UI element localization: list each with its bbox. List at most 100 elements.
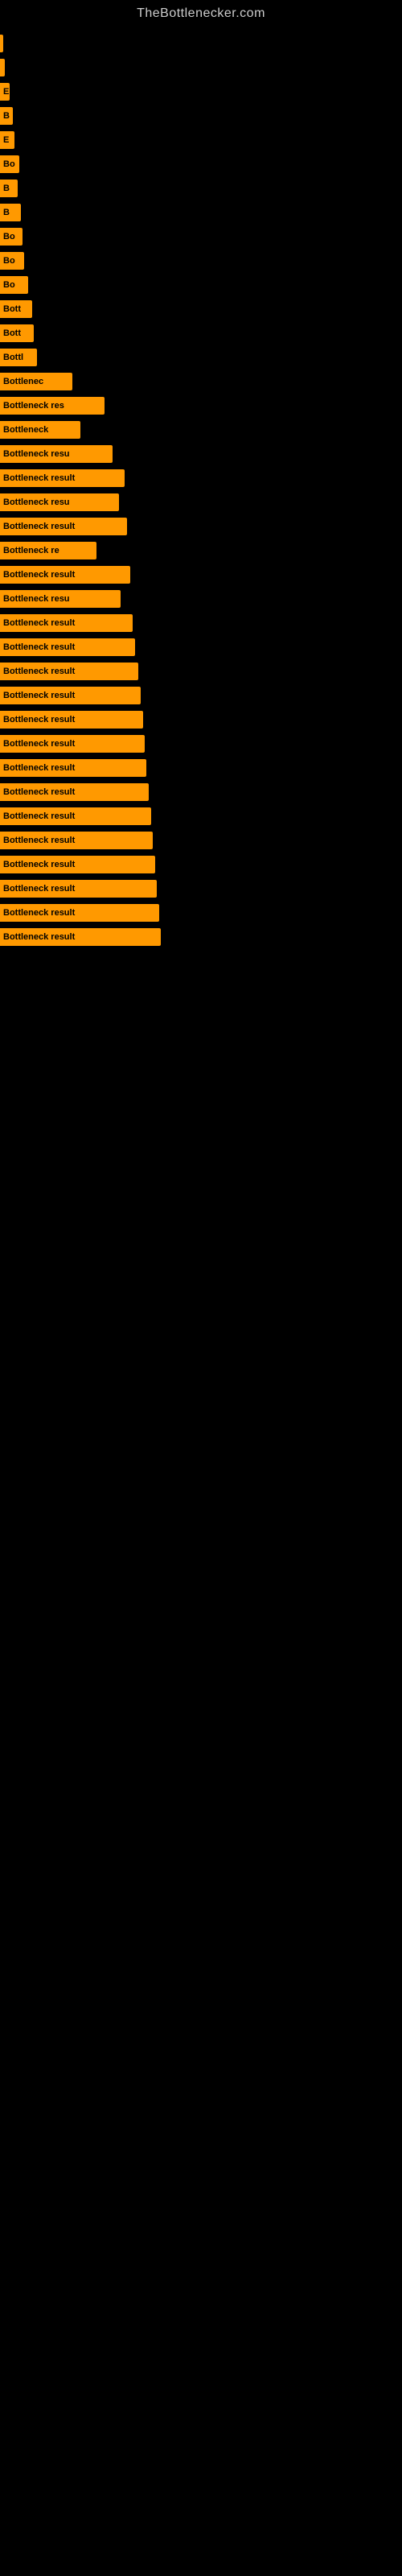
bar-label: Bottleneck [3, 425, 48, 435]
bar-row: B [0, 201, 402, 224]
bar-row: Bottleneck result [0, 515, 402, 538]
bar-label: Bottleneck result [3, 908, 75, 918]
site-title: TheBottlenecker.com [0, 0, 402, 24]
bar: Bottleneck result [0, 566, 130, 584]
bar-row [0, 56, 402, 79]
bar: Bottlenec [0, 373, 72, 390]
bar-row [0, 32, 402, 55]
bar: Bottleneck result [0, 783, 149, 801]
bar-label: Bottleneck result [3, 836, 75, 845]
bar-row: Bottleneck result [0, 636, 402, 658]
bar-label: Bottlenec [3, 377, 43, 386]
bar-label: Bottleneck result [3, 739, 75, 749]
bar-row: Bottleneck result [0, 757, 402, 779]
bar: Bottleneck result [0, 638, 135, 656]
bar-row: Bottleneck resu [0, 443, 402, 465]
bar: Bottleneck result [0, 735, 145, 753]
bar: E [0, 83, 10, 101]
bar: Bottleneck result [0, 928, 161, 946]
bar-row: Bottleneck result [0, 877, 402, 900]
bar: Bottleneck result [0, 687, 141, 704]
bar-row: Bottleneck resu [0, 588, 402, 610]
bar-label: Bottleneck result [3, 811, 75, 821]
bar: Bo [0, 252, 24, 270]
bar-row: Bottleneck result [0, 902, 402, 924]
bar-row: Bott [0, 298, 402, 320]
bar: Bottleneck re [0, 542, 96, 559]
bar-row: B [0, 177, 402, 200]
bar-label: Bottleneck result [3, 667, 75, 676]
bar: Bottleneck result [0, 807, 151, 825]
bar: B [0, 180, 18, 197]
bar: Bottleneck result [0, 469, 125, 487]
bar-label: Bottleneck result [3, 473, 75, 483]
bar-row: Bottleneck result [0, 564, 402, 586]
bar [0, 35, 3, 52]
bar-label: Bott [3, 328, 21, 338]
bar-row: Bottleneck res [0, 394, 402, 417]
bar: Bottleneck result [0, 711, 143, 729]
bar: E [0, 131, 14, 149]
bar-row: Bottleneck result [0, 708, 402, 731]
bar-label: Bottleneck result [3, 570, 75, 580]
bar-label: Bo [3, 232, 15, 242]
bar-row: Bo [0, 225, 402, 248]
bar-row: Bottl [0, 346, 402, 369]
bar: Bo [0, 276, 28, 294]
bar: Bottleneck resu [0, 590, 121, 608]
bar-label: Bottleneck result [3, 522, 75, 531]
bar-label: B [3, 111, 10, 121]
bar: Bottleneck result [0, 518, 127, 535]
bar-label: E [3, 135, 9, 145]
bar-row: Bottleneck result [0, 467, 402, 489]
bar-label: B [3, 208, 10, 217]
bar-label: Bottleneck result [3, 860, 75, 869]
bar: Bottleneck resu [0, 493, 119, 511]
bar-label: Bottleneck result [3, 715, 75, 724]
bar: Bott [0, 300, 32, 318]
bar-label: Bottleneck res [3, 401, 64, 411]
bar-label: Bottleneck resu [3, 594, 70, 604]
bar-row: Bottleneck result [0, 805, 402, 828]
bar-row: E [0, 129, 402, 151]
bar-label: Bottl [3, 353, 23, 362]
bars-container: EBEBoBBBoBoBoBottBottBottlBottlenecBottl… [0, 24, 402, 950]
bar-row: E [0, 80, 402, 103]
bar-label: B [3, 184, 10, 193]
bar-row: Bottleneck [0, 419, 402, 441]
bar-label: Bott [3, 304, 21, 314]
bar-row: Bottleneck result [0, 926, 402, 948]
bar-label: Bottleneck re [3, 546, 59, 555]
bar-row: Bottleneck re [0, 539, 402, 562]
bar-row: Bo [0, 250, 402, 272]
bar-row: Bottleneck resu [0, 491, 402, 514]
bar-row: Bottleneck result [0, 660, 402, 683]
bar: Bottleneck result [0, 832, 153, 849]
bar: Bottleneck result [0, 856, 155, 873]
bar [0, 59, 5, 76]
bar-label: Bottleneck resu [3, 497, 70, 507]
bar-row: Bo [0, 153, 402, 175]
bar-row: Bottleneck result [0, 684, 402, 707]
bar: Bo [0, 155, 19, 173]
bar: Bottleneck result [0, 880, 157, 898]
bar-row: Bottleneck result [0, 853, 402, 876]
bar-row: Bottleneck result [0, 829, 402, 852]
bar-label: Bottleneck resu [3, 449, 70, 459]
bar-label: Bottleneck result [3, 932, 75, 942]
bar: Bottleneck res [0, 397, 105, 415]
bar: Bottleneck resu [0, 445, 113, 463]
bar-row: Bott [0, 322, 402, 345]
bar: Bottleneck result [0, 904, 159, 922]
bar: Bottleneck result [0, 759, 146, 777]
bar: B [0, 204, 21, 221]
bar: Bottl [0, 349, 37, 366]
bar-row: Bo [0, 274, 402, 296]
bar-label: Bo [3, 159, 15, 169]
bar: B [0, 107, 13, 125]
bar-label: Bottleneck result [3, 884, 75, 894]
bar: Bottleneck [0, 421, 80, 439]
bar-row: Bottlenec [0, 370, 402, 393]
bar: Bo [0, 228, 23, 246]
bar-label: Bottleneck result [3, 787, 75, 797]
